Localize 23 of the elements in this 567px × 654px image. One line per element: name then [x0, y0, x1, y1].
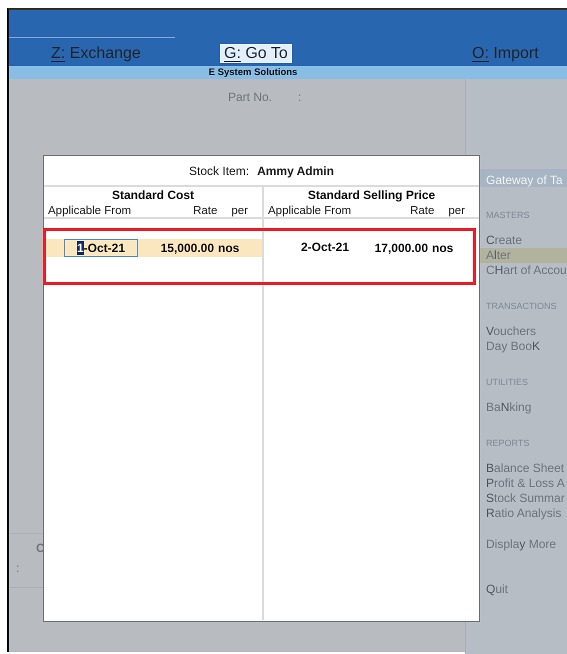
field-separator: :: [298, 89, 302, 106]
title-value: Ammy Admin: [257, 162, 334, 180]
menu-button[interactable]: G: Go To: [220, 44, 292, 63]
column-header: Rate: [410, 204, 434, 217]
column-heading: Standard Selling Price: [306, 187, 436, 203]
date-field[interactable]: 1-Oct-21: [64, 239, 138, 257]
field-separator: :: [16, 560, 20, 577]
column-header: Rate: [193, 204, 218, 217]
rate-cell-text: 15,000.00: [160, 240, 214, 257]
date-field[interactable]: 2-Oct-21: [288, 239, 362, 257]
menu-button[interactable]: O: Import: [468, 44, 543, 63]
company-name: E System Solutions: [208, 66, 298, 79]
unit-cell-text: nos: [218, 240, 240, 257]
column-header: Applicable From: [268, 204, 352, 217]
column-heading: Standard Cost: [110, 187, 195, 203]
unit-cell-text: nos: [432, 240, 454, 257]
field-label: Part No.: [228, 89, 272, 106]
column-header: per: [448, 204, 465, 217]
title-label: Stock Item:: [189, 162, 250, 180]
column-header: Applicable From: [48, 204, 132, 217]
rate-cell-text: 17,000.00: [374, 240, 428, 257]
column-header: per: [231, 204, 248, 217]
menu-button[interactable]: Z: Exchange: [47, 44, 145, 63]
